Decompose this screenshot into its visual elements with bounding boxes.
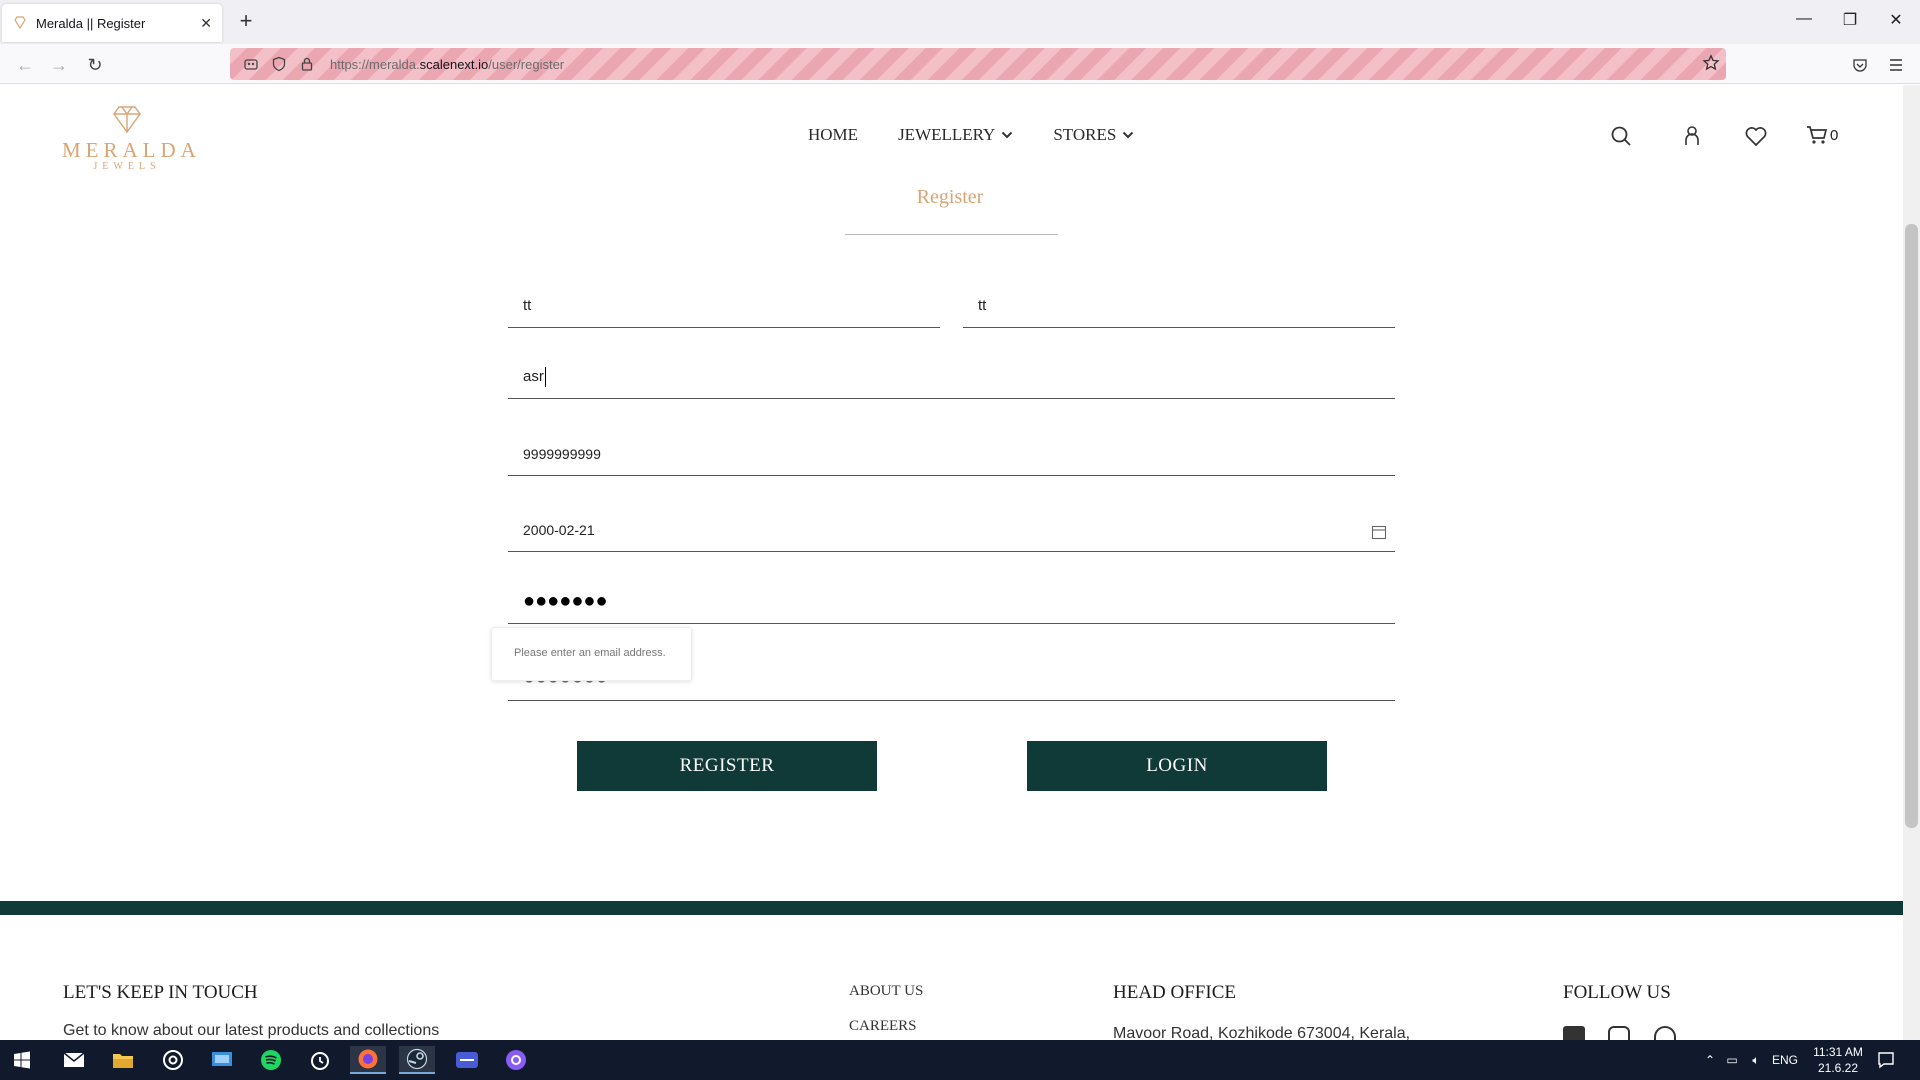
shield-icon[interactable] bbox=[270, 55, 288, 73]
footer-careers-link[interactable]: CAREERS bbox=[849, 1018, 917, 1035]
network-icon[interactable]: ▭ bbox=[1720, 1053, 1744, 1067]
tab-close-icon[interactable]: ✕ bbox=[200, 15, 212, 32]
system-tray: ⌃ ▭ 🔈︎ ENG bbox=[1700, 1040, 1802, 1080]
login-button[interactable]: LOGIN bbox=[1027, 741, 1327, 791]
github-icon[interactable] bbox=[498, 1046, 534, 1074]
register-button[interactable]: REGISTER bbox=[577, 741, 877, 791]
page-title: Register bbox=[916, 186, 984, 208]
validation-tooltip: Please enter an email address. bbox=[491, 627, 692, 681]
tray-chevron-up-icon[interactable]: ⌃ bbox=[1700, 1053, 1720, 1067]
email-value: asr bbox=[523, 368, 544, 385]
restore-icon[interactable]: ❐ bbox=[1835, 10, 1865, 30]
password-mask: ●●●●●●● bbox=[523, 590, 608, 612]
last-name-field[interactable]: tt bbox=[963, 284, 1395, 328]
nav-home[interactable]: HOME bbox=[808, 125, 858, 145]
main-nav: HOME JEWELLERY STORES bbox=[808, 125, 1134, 145]
chevron-down-icon bbox=[1123, 131, 1134, 139]
alarm-clock-icon[interactable] bbox=[302, 1046, 338, 1074]
diamond-logo-icon bbox=[113, 106, 141, 134]
text-caret bbox=[544, 366, 546, 387]
heart-icon[interactable] bbox=[1744, 125, 1768, 152]
chrome-like-app-icon[interactable] bbox=[155, 1046, 191, 1074]
clock-date: 21.6.22 bbox=[1817, 1061, 1859, 1075]
tab-title: Meralda || Register bbox=[36, 15, 146, 31]
cart-icon bbox=[1807, 126, 1828, 144]
validation-message: Please enter an email address. bbox=[514, 647, 666, 659]
terminal-app-icon[interactable] bbox=[449, 1046, 485, 1074]
steam-icon[interactable] bbox=[399, 1046, 435, 1074]
firefox-icon[interactable] bbox=[350, 1046, 386, 1074]
password-field[interactable]: ●●●●●●● bbox=[508, 580, 1395, 624]
nav-stores-label: STORES bbox=[1053, 125, 1117, 144]
nav-jewellery[interactable]: JEWELLERY bbox=[898, 125, 1013, 145]
robot-icon bbox=[242, 55, 260, 73]
footer-touch-heading: LET'S KEEP IN TOUCH bbox=[63, 982, 258, 1003]
facebook-icon[interactable] bbox=[1563, 1026, 1585, 1040]
nav-stores[interactable]: STORES bbox=[1053, 125, 1134, 145]
minimize-icon[interactable]: — bbox=[1789, 10, 1819, 28]
logo-word: MERALDA bbox=[62, 138, 201, 162]
clock-time: 11:31 AM bbox=[1813, 1045, 1863, 1059]
first-name-field[interactable]: tt bbox=[508, 284, 940, 328]
pinterest-icon[interactable] bbox=[1654, 1026, 1676, 1040]
forward-icon[interactable]: → bbox=[46, 52, 72, 78]
notifications-icon[interactable] bbox=[1868, 1046, 1904, 1074]
address-bar[interactable]: https://meralda.scalenext.io/user/regist… bbox=[230, 48, 1726, 80]
cart-button[interactable]: 0 bbox=[1806, 125, 1838, 145]
bookmark-star-icon[interactable] bbox=[1702, 54, 1720, 77]
search-icon[interactable] bbox=[1610, 125, 1632, 152]
spotify-icon[interactable] bbox=[253, 1046, 289, 1074]
back-icon[interactable]: ← bbox=[12, 52, 38, 78]
chevron-down-icon bbox=[1002, 131, 1013, 139]
window-close-icon[interactable]: ✕ bbox=[1881, 10, 1911, 30]
reload-icon[interactable]: ↻ bbox=[82, 52, 108, 78]
browser-toolbar: ← → ↻ https://meralda.scalenext.io/user/… bbox=[0, 44, 1920, 84]
url-text: https://meralda.scalenext.io/user/regist… bbox=[330, 56, 565, 72]
lock-icon[interactable] bbox=[298, 55, 316, 73]
title-divider bbox=[845, 234, 1058, 235]
pocket-icon[interactable] bbox=[1849, 54, 1871, 76]
footer-follow-heading: FOLLOW US bbox=[1563, 982, 1671, 1003]
browser-tab[interactable]: Meralda || Register ✕ bbox=[2, 4, 222, 42]
last-name-value: tt bbox=[978, 297, 987, 314]
first-name-value: tt bbox=[523, 297, 532, 314]
dob-value: 2000-02-21 bbox=[523, 521, 595, 538]
cart-count: 0 bbox=[1830, 126, 1839, 144]
user-icon[interactable] bbox=[1682, 125, 1702, 152]
instagram-icon[interactable] bbox=[1608, 1026, 1630, 1040]
remote-desktop-icon[interactable] bbox=[204, 1046, 240, 1074]
meralda-logo[interactable]: MERALDA JEWELS bbox=[62, 101, 201, 172]
taskbar-clock[interactable]: 11:31 AM 21.6.22 bbox=[1808, 1044, 1868, 1076]
footer-about-link[interactable]: ABOUT US bbox=[849, 983, 923, 1000]
diamond-favicon-icon bbox=[14, 16, 26, 30]
nav-home-label: HOME bbox=[808, 125, 859, 144]
phone-field[interactable]: 9999999999 bbox=[508, 432, 1395, 476]
footer-office-heading: HEAD OFFICE bbox=[1113, 982, 1236, 1003]
file-explorer-icon[interactable] bbox=[105, 1046, 141, 1074]
footer-divider-bar bbox=[0, 901, 1903, 915]
language-indicator[interactable]: ENG bbox=[1768, 1053, 1802, 1067]
mail-app-icon[interactable] bbox=[56, 1046, 92, 1074]
new-tab-icon[interactable]: + bbox=[234, 10, 258, 34]
windows-start-icon[interactable] bbox=[4, 1046, 40, 1074]
browser-tab-bar: Meralda || Register ✕ + — ❐ ✕ bbox=[0, 0, 1920, 44]
site-header: MERALDA JEWELS HOME JEWELLERY STORES 0 bbox=[0, 85, 1903, 185]
calendar-icon[interactable] bbox=[1371, 524, 1387, 540]
dob-field[interactable]: 2000-02-21 bbox=[508, 508, 1395, 552]
phone-value: 9999999999 bbox=[523, 445, 601, 462]
volume-icon[interactable]: 🔈︎ bbox=[1744, 1053, 1768, 1068]
nav-jewellery-label: JEWELLERY bbox=[898, 125, 996, 144]
scrollbar-thumb[interactable] bbox=[1905, 224, 1918, 828]
menu-icon[interactable] bbox=[1885, 54, 1907, 76]
footer-touch-text: Get to know about our latest products an… bbox=[63, 1022, 440, 1039]
windows-taskbar: ⌃ ▭ 🔈︎ ENG 11:31 AM 21.6.22 bbox=[0, 1040, 1920, 1080]
email-field[interactable]: asr bbox=[508, 355, 1395, 399]
